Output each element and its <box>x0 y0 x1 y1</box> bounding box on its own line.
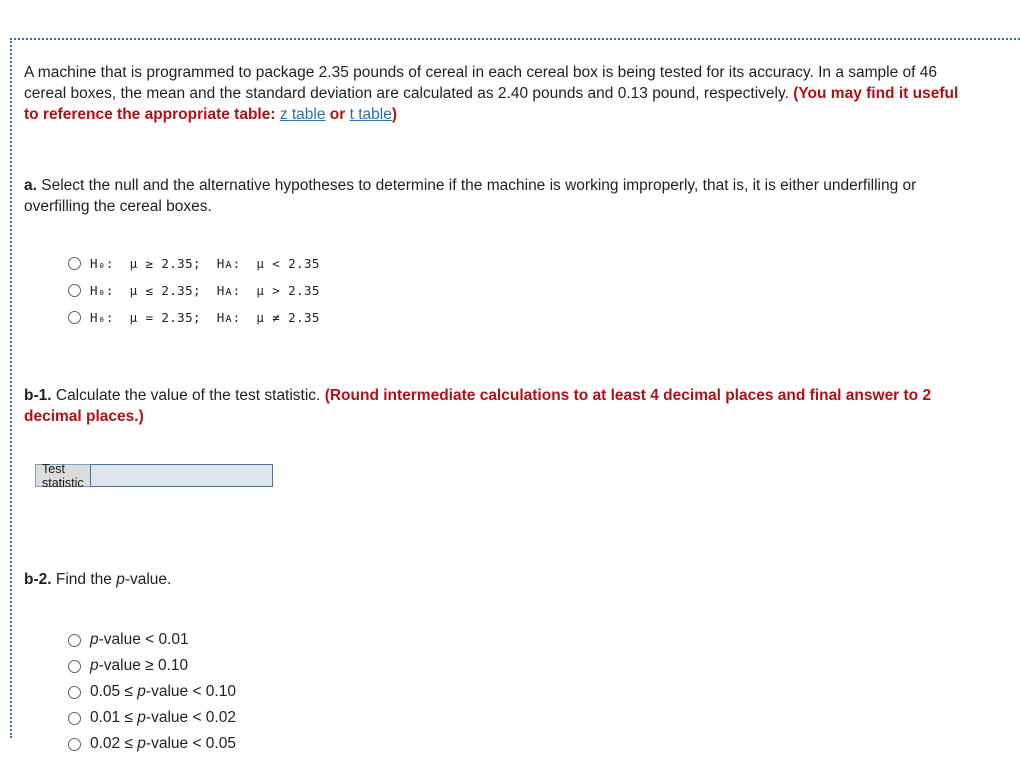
radio-icon[interactable] <box>68 257 81 270</box>
part-a-prompt: a. Select the null and the alternative h… <box>24 175 974 217</box>
radio-icon[interactable] <box>68 311 81 324</box>
part-b2-option-5[interactable]: 0.02 ≤ p-value < 0.05 <box>24 731 1010 757</box>
part-b2-label: b-2. <box>24 570 52 588</box>
t-table-link[interactable]: t table <box>350 106 392 123</box>
test-statistic-input[interactable] <box>89 464 273 487</box>
part-b2-option-3[interactable]: 0.05 ≤ p-value < 0.10 <box>24 679 1010 705</box>
part-b2-option-1[interactable]: p-value < 0.01 <box>24 627 1010 653</box>
part-a-text: Select the null and the alternative hypo… <box>24 176 917 215</box>
radio-icon[interactable] <box>68 737 81 751</box>
part-a-option-1-label: H₀: μ ≥ 2.35; Hᴀ: μ < 2.35 <box>90 255 320 271</box>
part-a-label: a. <box>24 176 37 194</box>
test-statistic-answer-row: Test statistic <box>35 462 273 490</box>
part-a-options: H₀: μ ≥ 2.35; Hᴀ: μ < 2.35 H₀: μ ≤ 2.35;… <box>24 250 1010 331</box>
part-b1-text: Calculate the value of the test statisti… <box>51 386 325 404</box>
part-a-option-2[interactable]: H₀: μ ≤ 2.35; Hᴀ: μ > 2.35 <box>24 277 1010 304</box>
part-a-option-3-label: H₀: μ = 2.35; Hᴀ: μ ≠ 2.35 <box>90 309 320 325</box>
radio-icon[interactable] <box>68 284 81 297</box>
part-b2-option-4-label: 0.01 ≤ p-value < 0.02 <box>90 709 236 726</box>
test-statistic-label: Test statistic <box>35 462 90 490</box>
part-a-option-3[interactable]: H₀: μ = 2.35; Hᴀ: μ ≠ 2.35 <box>24 304 1010 331</box>
part-b1-label: b-1. <box>24 386 52 404</box>
radio-icon[interactable] <box>68 659 81 673</box>
question-stem: A machine that is programmed to package … <box>24 62 972 125</box>
part-b2-option-1-label: p-value < 0.01 <box>90 631 189 648</box>
part-b2-prompt: b-2. Find the p-value. <box>24 569 974 590</box>
part-b2-option-4[interactable]: 0.01 ≤ p-value < 0.02 <box>24 705 1010 731</box>
stem-hint-or: or <box>325 106 350 123</box>
question-frame: A machine that is programmed to package … <box>10 38 1020 752</box>
part-b2-text-before: Find the <box>51 570 117 588</box>
radio-icon[interactable] <box>68 633 81 647</box>
part-b1-prompt: b-1. Calculate the value of the test sta… <box>24 385 974 427</box>
radio-icon[interactable] <box>68 685 81 699</box>
part-b2-option-5-label: 0.02 ≤ p-value < 0.05 <box>90 735 236 752</box>
part-b2-option-2[interactable]: p-value ≥ 0.10 <box>24 653 1010 679</box>
part-b2-italic-p: p <box>116 570 125 588</box>
part-b2-text-after: -value. <box>124 570 172 588</box>
part-b2-option-3-label: 0.05 ≤ p-value < 0.10 <box>90 683 236 700</box>
z-table-link[interactable]: z table <box>280 106 326 123</box>
part-a-option-1[interactable]: H₀: μ ≥ 2.35; Hᴀ: μ < 2.35 <box>24 250 1010 277</box>
radio-icon[interactable] <box>68 711 81 725</box>
part-a-option-2-label: H₀: μ ≤ 2.35; Hᴀ: μ > 2.35 <box>90 282 320 298</box>
stem-hint-close: ) <box>391 106 398 123</box>
part-b2-options: p-value < 0.01 p-value ≥ 0.10 0.05 ≤ p-v… <box>24 627 1010 757</box>
part-b2-option-2-label: p-value ≥ 0.10 <box>90 657 189 674</box>
